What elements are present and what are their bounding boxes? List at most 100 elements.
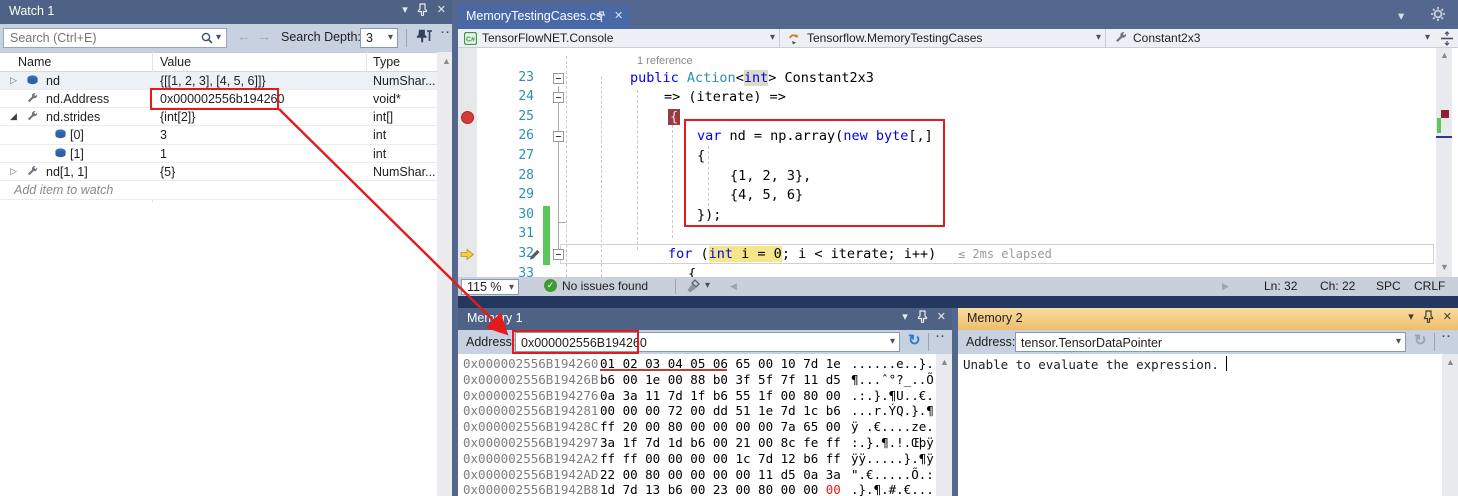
code-token: int xyxy=(744,70,768,86)
tab-close-icon[interactable]: ✕ xyxy=(614,9,623,22)
watch-scrollbar[interactable] xyxy=(437,52,452,496)
memory2-scrollbar[interactable]: ▲ xyxy=(1442,354,1458,496)
codelens-reference[interactable]: 1 reference xyxy=(637,55,693,67)
issues-status[interactable]: No issues found xyxy=(562,279,648,293)
zoom-select[interactable]: 115 % ▾ xyxy=(461,279,519,295)
watch-scroll-up-icon[interactable]: ▲ xyxy=(442,56,451,66)
status-column: Ch: 22 xyxy=(1320,279,1355,293)
chevron-down-icon[interactable]: ▾ xyxy=(902,310,908,323)
watch-value-annotation-box xyxy=(150,88,279,110)
search-input[interactable]: Search (Ctrl+E) ▾ xyxy=(3,28,227,48)
watch-col-name[interactable]: Name xyxy=(18,55,51,69)
member-dropdown[interactable]: Constant2x3 ▾ xyxy=(1107,29,1434,48)
watch-row[interactable]: [0]3int xyxy=(0,126,437,144)
watch-row[interactable]: [1]1int xyxy=(0,145,437,163)
code-token: ( xyxy=(692,246,708,262)
search-icon[interactable] xyxy=(200,31,214,45)
memory1-titlebar[interactable]: Memory 1 ▾ ✕ xyxy=(458,308,952,330)
tab-pin-icon[interactable] xyxy=(596,11,607,23)
code-line[interactable]: for (int i = 0; i < iterate; i++) ≤ 2ms … xyxy=(668,246,1052,262)
field-icon xyxy=(54,147,67,159)
fold-toggle-icon[interactable] xyxy=(553,73,564,84)
pin-icon[interactable] xyxy=(1423,310,1434,323)
code-line[interactable]: => (iterate) => xyxy=(664,89,786,105)
editor-group: MemoryTestingCases.cs ✕ ▾ C# TensorFlowN… xyxy=(458,0,1458,296)
property-wrench-icon xyxy=(26,110,39,123)
close-icon[interactable]: ✕ xyxy=(937,310,946,323)
fold-toggle-icon[interactable] xyxy=(553,249,564,260)
pin-to-source-icon[interactable] xyxy=(413,28,433,46)
pin-icon[interactable] xyxy=(917,310,928,323)
watch-panel: Watch 1 ▾ ✕ Search (Ctrl+E) ▾ ← → Search… xyxy=(0,0,452,496)
close-icon[interactable]: ✕ xyxy=(437,3,446,16)
close-icon[interactable]: ✕ xyxy=(1443,310,1452,323)
watch-row-name: nd xyxy=(46,74,60,88)
code-line[interactable]: public Action<int> Constant2x3 xyxy=(630,70,874,86)
chevron-down-icon[interactable]: ▾ xyxy=(1408,310,1414,323)
broom-icon[interactable] xyxy=(686,279,701,294)
memory1-scrollbar[interactable]: ▲ xyxy=(936,354,952,496)
memory2-overflow-icon[interactable]: .. xyxy=(1442,328,1452,340)
expand-icon[interactable]: ▷ xyxy=(10,166,17,177)
scrollbar-change-mark xyxy=(1437,118,1441,133)
memory2-address-input[interactable]: tensor.TensorDataPointer ▾ xyxy=(1015,332,1406,352)
watch-row[interactable]: ◢nd.strides{int[2]}int[] xyxy=(0,108,437,126)
memory2-titlebar[interactable]: Memory 2 ▾ ✕ xyxy=(958,308,1458,330)
memory-bytes: 22 00 80 00 00 00 00 11 d5 0a 3a xyxy=(600,467,841,482)
window-splitter[interactable] xyxy=(458,296,1458,308)
field-icon xyxy=(54,128,67,140)
watch-titlebar[interactable]: Watch 1 ▾ ✕ xyxy=(0,0,452,24)
editor-body[interactable]: 1 reference 23public Action<int> Constan… xyxy=(458,48,1458,277)
watch-row[interactable]: ▷nd[1, 1]{5}NumShar... xyxy=(0,163,437,181)
scrollbar-caret-mark xyxy=(1436,136,1452,138)
memory-address: 0x000002556B19428C xyxy=(463,419,598,434)
hscroll-right-icon[interactable]: ▶ xyxy=(1222,281,1229,292)
watch-col-value[interactable]: Value xyxy=(160,55,191,69)
collapse-icon[interactable]: ◢ xyxy=(10,111,17,122)
search-dropdown-icon[interactable]: ▾ xyxy=(216,32,221,43)
editor-chevron-down-icon[interactable]: ▾ xyxy=(1398,8,1404,23)
memory2-toolbar: Address: tensor.TensorDataPointer ▾ ↻ .. xyxy=(958,330,1458,354)
class-icon xyxy=(788,32,802,45)
hscroll-left-icon[interactable]: ◀ xyxy=(730,281,737,292)
status-spc: SPC xyxy=(1376,279,1401,293)
broom-dropdown-icon[interactable]: ▾ xyxy=(705,280,710,291)
editor-vscrollbar[interactable]: ▲ ▼ xyxy=(1436,48,1452,277)
memory2-content[interactable]: Unable to evaluate the expression. xyxy=(958,354,1442,496)
status-eol: CRLF xyxy=(1414,279,1445,293)
search-depth-label: Search Depth: xyxy=(281,30,361,44)
fold-toggle-icon[interactable] xyxy=(553,92,564,103)
code-line[interactable]: { xyxy=(668,109,680,125)
memory-ascii: ...r.ÝQ.}.¶ xyxy=(851,403,934,418)
project-dropdown[interactable]: C# TensorFlowNET.Console ▾ xyxy=(458,29,780,48)
line-number: 33 xyxy=(486,266,534,278)
breakpoint-icon[interactable] xyxy=(461,111,474,124)
memory-bytes: 3a 1f 7d 1d b6 00 21 00 8c fe ff xyxy=(600,435,841,450)
fold-toggle-icon[interactable] xyxy=(553,131,564,142)
refresh-icon[interactable]: ↻ xyxy=(908,331,921,349)
back-arrow-icon[interactable]: ← xyxy=(237,28,251,44)
document-tab[interactable]: MemoryTestingCases.cs ✕ xyxy=(458,5,630,29)
line-number: 29 xyxy=(486,187,534,202)
memory-ascii: ÿ .€....ze. xyxy=(851,419,934,434)
memory2-message: Unable to evaluate the expression. xyxy=(963,357,1219,372)
pin-icon[interactable] xyxy=(417,3,428,16)
code-line[interactable]: { xyxy=(688,266,696,278)
breakpoint-margin[interactable] xyxy=(458,48,477,277)
memory-bytes: ff ff 00 00 00 00 1c 7d 12 b6 ff xyxy=(600,451,841,466)
scrollbar-breakpoint-mark xyxy=(1441,110,1449,118)
forward-arrow-icon[interactable]: → xyxy=(257,28,271,44)
watch-col-type[interactable]: Type xyxy=(373,55,400,69)
split-window-icon[interactable] xyxy=(1440,31,1454,46)
search-depth-select[interactable]: 3 ▾ xyxy=(360,28,398,48)
line-number: 30 xyxy=(486,207,534,222)
expand-icon[interactable]: ▷ xyxy=(10,75,17,86)
gear-icon[interactable] xyxy=(1430,6,1446,22)
type-dropdown[interactable]: Tensorflow.MemoryTestingCases ▾ xyxy=(781,29,1106,48)
watch-add-row[interactable]: Add item to watch xyxy=(0,181,437,199)
chevron-down-icon[interactable]: ▾ xyxy=(402,3,408,16)
memory1-overflow-icon[interactable]: .. xyxy=(936,328,946,340)
change-indicator xyxy=(543,206,550,227)
watch-overflow-icon[interactable]: .. xyxy=(441,24,451,36)
code-token: Action xyxy=(687,70,736,86)
